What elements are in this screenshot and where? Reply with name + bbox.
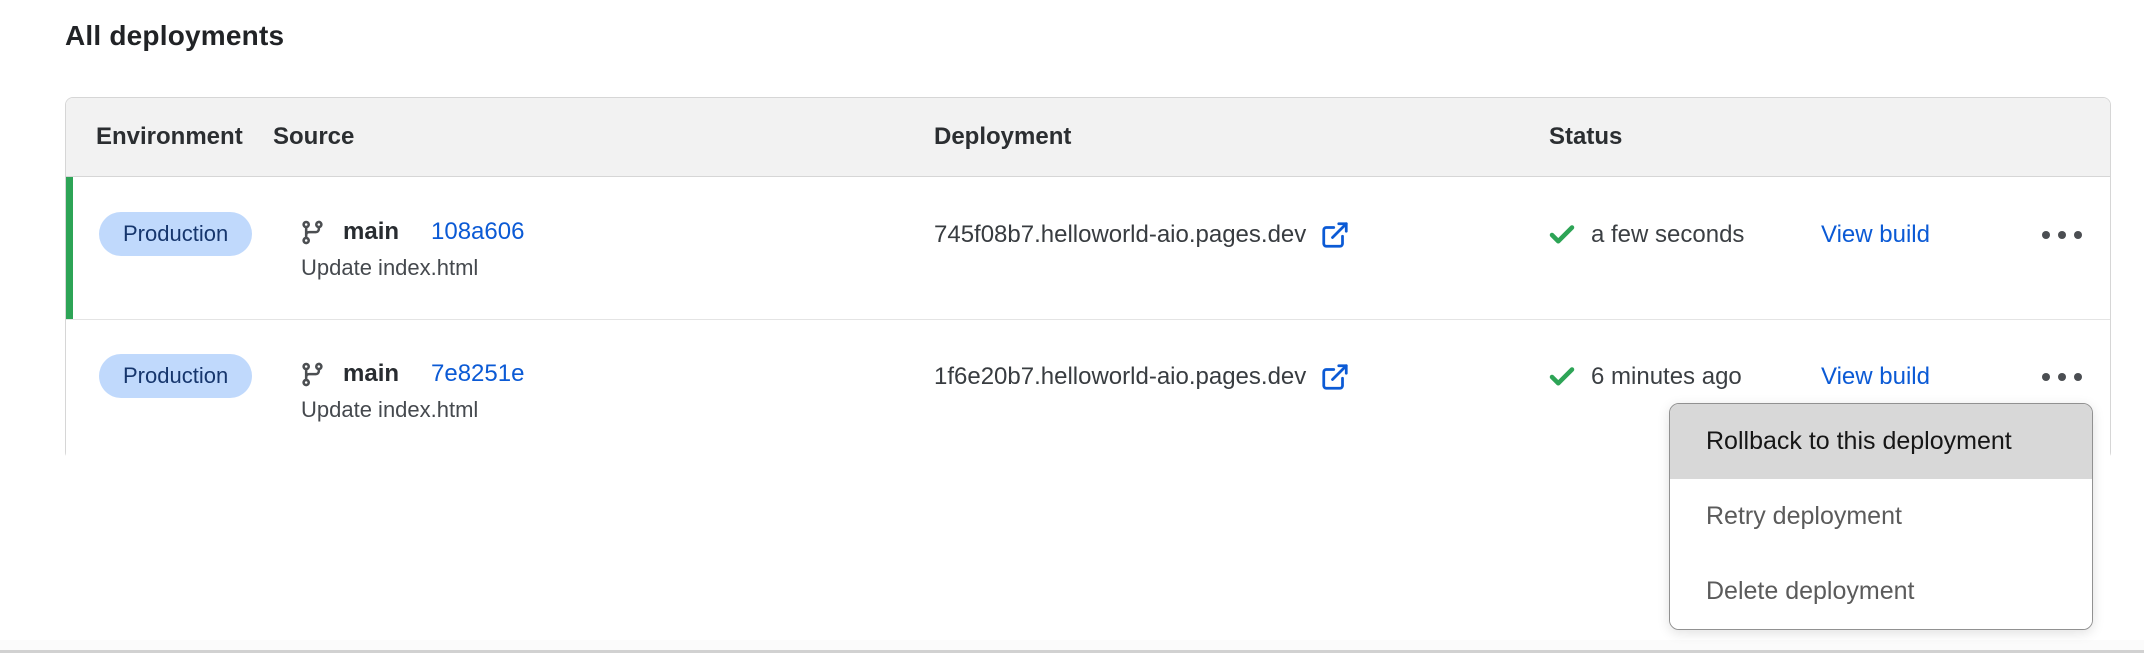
check-icon <box>1547 362 1577 392</box>
git-branch-icon <box>299 361 326 388</box>
column-header-source: Source <box>273 98 354 176</box>
environment-badge: Production <box>99 354 252 398</box>
external-link-icon[interactable] <box>1320 220 1350 250</box>
row-context-menu: Rollback to this deployment Retry deploy… <box>1669 403 2093 630</box>
deployment-url: 745f08b7.helloworld-aio.pages.dev <box>934 221 1306 249</box>
menu-item-delete[interactable]: Delete deployment <box>1670 554 2092 629</box>
row-menu-button[interactable] <box>2032 217 2092 253</box>
status-cell: a few seconds <box>1547 217 1744 253</box>
column-header-status: Status <box>1549 98 1622 176</box>
bottom-band <box>0 640 2144 650</box>
table-header-row: Environment Source Deployment Status <box>66 98 2110 177</box>
menu-item-rollback[interactable]: Rollback to this deployment <box>1670 404 2092 479</box>
status-cell: 6 minutes ago <box>1547 359 1742 395</box>
source-cell: main 7e8251e Update index.html <box>299 356 524 423</box>
page-title: All deployments <box>65 20 284 52</box>
menu-item-retry[interactable]: Retry deployment <box>1670 479 2092 554</box>
view-build-link[interactable]: View build <box>1821 217 1930 253</box>
deployment-cell: 1f6e20b7.helloworld-aio.pages.dev <box>934 359 1350 395</box>
git-branch-icon <box>299 219 326 246</box>
view-build-link[interactable]: View build <box>1821 359 1930 395</box>
commit-link[interactable]: 7e8251e <box>431 360 524 388</box>
branch-name: main <box>343 218 399 246</box>
deployment-url: 1f6e20b7.helloworld-aio.pages.dev <box>934 363 1306 391</box>
deployment-cell: 745f08b7.helloworld-aio.pages.dev <box>934 217 1350 253</box>
column-header-environment: Environment <box>96 98 243 176</box>
branch-name: main <box>343 360 399 388</box>
check-icon <box>1547 220 1577 250</box>
commit-message: Update index.html <box>299 397 524 423</box>
section-divider <box>0 650 2144 653</box>
table-row: Production main 108a606 Update index.htm… <box>66 177 2110 319</box>
commit-message: Update index.html <box>299 255 524 281</box>
commit-link[interactable]: 108a606 <box>431 218 524 246</box>
ellipsis-icon <box>2042 231 2050 239</box>
source-cell: main 108a606 Update index.html <box>299 214 524 281</box>
external-link-icon[interactable] <box>1320 362 1350 392</box>
ellipsis-icon <box>2042 373 2050 381</box>
status-time: 6 minutes ago <box>1591 363 1742 391</box>
row-menu-button[interactable] <box>2032 359 2092 395</box>
environment-badge: Production <box>99 212 252 256</box>
column-header-deployment: Deployment <box>934 98 1071 176</box>
status-time: a few seconds <box>1591 221 1744 249</box>
current-deployment-indicator <box>66 177 73 319</box>
